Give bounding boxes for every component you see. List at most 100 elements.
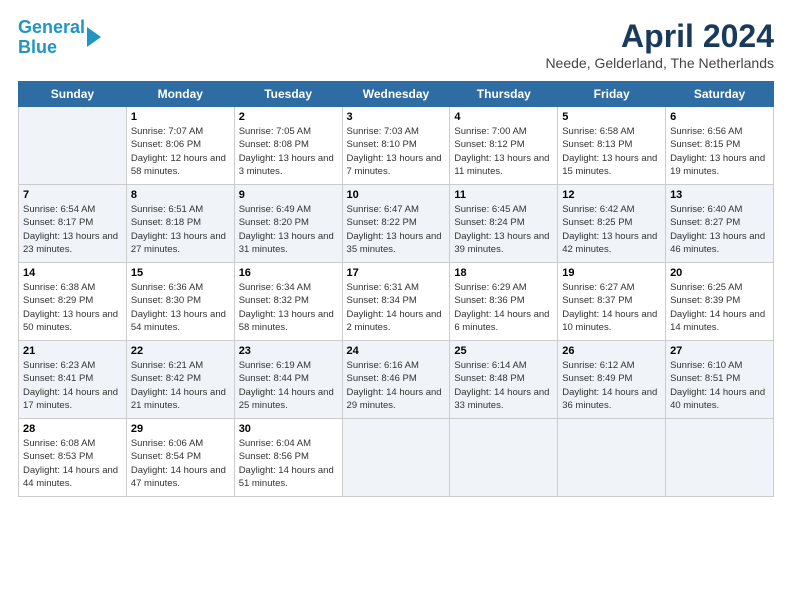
calendar-cell: 3 Sunrise: 7:03 AMSunset: 8:10 PMDaylight… <box>342 107 450 185</box>
cell-info: Sunrise: 7:03 AMSunset: 8:10 PMDaylight:… <box>347 125 446 178</box>
cell-info: Sunrise: 6:36 AMSunset: 8:30 PMDaylight:… <box>131 281 230 334</box>
cell-info: Sunrise: 6:31 AMSunset: 8:34 PMDaylight:… <box>347 281 446 334</box>
day-number: 22 <box>131 345 230 357</box>
calendar-cell: 25Sunrise: 6:14 AMSunset: 8:48 PMDayligh… <box>450 341 558 419</box>
location: Neede, Gelderland, The Netherlands <box>545 55 774 71</box>
calendar-table: SundayMondayTuesdayWednesdayThursdayFrid… <box>18 81 774 497</box>
cell-info: Sunrise: 6:54 AMSunset: 8:17 PMDaylight:… <box>23 203 122 256</box>
calendar-cell: 6 Sunrise: 6:56 AMSunset: 8:15 PMDaylight… <box>666 107 774 185</box>
day-number: 30 <box>239 423 338 435</box>
day-number: 29 <box>131 423 230 435</box>
day-number: 12 <box>562 189 661 201</box>
day-header-monday: Monday <box>126 82 234 107</box>
day-header-thursday: Thursday <box>450 82 558 107</box>
cell-info: Sunrise: 6:34 AMSunset: 8:32 PMDaylight:… <box>239 281 338 334</box>
cell-info: Sunrise: 6:45 AMSunset: 8:24 PMDaylight:… <box>454 203 553 256</box>
cell-info: Sunrise: 6:16 AMSunset: 8:46 PMDaylight:… <box>347 359 446 412</box>
month-title: April 2024 <box>545 18 774 55</box>
day-number: 2 <box>239 111 338 123</box>
calendar-cell: 8 Sunrise: 6:51 AMSunset: 8:18 PMDaylight… <box>126 185 234 263</box>
cell-info: Sunrise: 6:51 AMSunset: 8:18 PMDaylight:… <box>131 203 230 256</box>
calendar-cell: 1 Sunrise: 7:07 AMSunset: 8:06 PMDaylight… <box>126 107 234 185</box>
day-number: 9 <box>239 189 338 201</box>
day-header-saturday: Saturday <box>666 82 774 107</box>
calendar-cell <box>666 419 774 497</box>
day-number: 4 <box>454 111 553 123</box>
calendar-cell: 30 Sunrise: 6:04 AMSunset: 8:56 PMDayligh… <box>234 419 342 497</box>
calendar-week-2: 7 Sunrise: 6:54 AMSunset: 8:17 PMDaylight… <box>19 185 774 263</box>
cell-info: Sunrise: 7:05 AMSunset: 8:08 PMDaylight:… <box>239 125 338 178</box>
calendar-cell: 9 Sunrise: 6:49 AMSunset: 8:20 PMDaylight… <box>234 185 342 263</box>
day-number: 11 <box>454 189 553 201</box>
day-number: 27 <box>670 345 769 357</box>
cell-info: Sunrise: 6:49 AMSunset: 8:20 PMDaylight:… <box>239 203 338 256</box>
cell-info: Sunrise: 6:38 AMSunset: 8:29 PMDaylight:… <box>23 281 122 334</box>
calendar-cell: 5Sunrise: 6:58 AMSunset: 8:13 PMDaylight… <box>558 107 666 185</box>
logo: General Blue <box>18 18 101 58</box>
day-number: 15 <box>131 267 230 279</box>
cell-info: Sunrise: 7:07 AMSunset: 8:06 PMDaylight:… <box>131 125 230 178</box>
cell-info: Sunrise: 6:19 AMSunset: 8:44 PMDaylight:… <box>239 359 338 412</box>
cell-info: Sunrise: 6:21 AMSunset: 8:42 PMDaylight:… <box>131 359 230 412</box>
cell-info: Sunrise: 6:08 AMSunset: 8:53 PMDaylight:… <box>23 437 122 490</box>
day-number: 21 <box>23 345 122 357</box>
cell-info: Sunrise: 6:25 AMSunset: 8:39 PMDaylight:… <box>670 281 769 334</box>
calendar-cell: 4Sunrise: 7:00 AMSunset: 8:12 PMDaylight… <box>450 107 558 185</box>
calendar-week-3: 14Sunrise: 6:38 AMSunset: 8:29 PMDayligh… <box>19 263 774 341</box>
calendar-cell: 14Sunrise: 6:38 AMSunset: 8:29 PMDayligh… <box>19 263 127 341</box>
day-number: 10 <box>347 189 446 201</box>
day-number: 3 <box>347 111 446 123</box>
title-block: April 2024 Neede, Gelderland, The Nether… <box>545 18 774 71</box>
day-number: 17 <box>347 267 446 279</box>
day-number: 13 <box>670 189 769 201</box>
calendar-cell <box>558 419 666 497</box>
calendar-cell: 19Sunrise: 6:27 AMSunset: 8:37 PMDayligh… <box>558 263 666 341</box>
logo-arrow-icon <box>87 27 101 47</box>
day-number: 28 <box>23 423 122 435</box>
cell-info: Sunrise: 6:56 AMSunset: 8:15 PMDaylight:… <box>670 125 769 178</box>
day-header-friday: Friday <box>558 82 666 107</box>
cell-info: Sunrise: 6:23 AMSunset: 8:41 PMDaylight:… <box>23 359 122 412</box>
calendar-cell: 22 Sunrise: 6:21 AMSunset: 8:42 PMDayligh… <box>126 341 234 419</box>
calendar-cell: 27 Sunrise: 6:10 AMSunset: 8:51 PMDayligh… <box>666 341 774 419</box>
day-number: 20 <box>670 267 769 279</box>
cell-info: Sunrise: 6:14 AMSunset: 8:48 PMDaylight:… <box>454 359 553 412</box>
calendar-cell: 28 Sunrise: 6:08 AMSunset: 8:53 PMDayligh… <box>19 419 127 497</box>
day-number: 18 <box>454 267 553 279</box>
day-number: 5 <box>562 111 661 123</box>
calendar-cell <box>450 419 558 497</box>
day-number: 7 <box>23 189 122 201</box>
day-header-tuesday: Tuesday <box>234 82 342 107</box>
calendar-cell: 18Sunrise: 6:29 AMSunset: 8:36 PMDayligh… <box>450 263 558 341</box>
cell-info: Sunrise: 6:12 AMSunset: 8:49 PMDaylight:… <box>562 359 661 412</box>
day-number: 8 <box>131 189 230 201</box>
calendar-cell: 13 Sunrise: 6:40 AMSunset: 8:27 PMDayligh… <box>666 185 774 263</box>
calendar-cell: 20 Sunrise: 6:25 AMSunset: 8:39 PMDayligh… <box>666 263 774 341</box>
calendar-cell: 26 Sunrise: 6:12 AMSunset: 8:49 PMDayligh… <box>558 341 666 419</box>
calendar-cell: 24 Sunrise: 6:16 AMSunset: 8:46 PMDayligh… <box>342 341 450 419</box>
calendar-cell: 11 Sunrise: 6:45 AMSunset: 8:24 PMDayligh… <box>450 185 558 263</box>
day-number: 6 <box>670 111 769 123</box>
calendar-cell: 12Sunrise: 6:42 AMSunset: 8:25 PMDayligh… <box>558 185 666 263</box>
logo-blue: Blue <box>18 37 57 57</box>
logo-general: General <box>18 17 85 37</box>
day-number: 1 <box>131 111 230 123</box>
day-number: 24 <box>347 345 446 357</box>
day-header-wednesday: Wednesday <box>342 82 450 107</box>
calendar-cell <box>19 107 127 185</box>
cell-info: Sunrise: 6:06 AMSunset: 8:54 PMDaylight:… <box>131 437 230 490</box>
cell-info: Sunrise: 6:40 AMSunset: 8:27 PMDaylight:… <box>670 203 769 256</box>
calendar-cell: 17 Sunrise: 6:31 AMSunset: 8:34 PMDayligh… <box>342 263 450 341</box>
cell-info: Sunrise: 6:27 AMSunset: 8:37 PMDaylight:… <box>562 281 661 334</box>
day-header-sunday: Sunday <box>19 82 127 107</box>
calendar-cell: 29 Sunrise: 6:06 AMSunset: 8:54 PMDayligh… <box>126 419 234 497</box>
cell-info: Sunrise: 6:47 AMSunset: 8:22 PMDaylight:… <box>347 203 446 256</box>
calendar-cell: 21 Sunrise: 6:23 AMSunset: 8:41 PMDayligh… <box>19 341 127 419</box>
calendar-week-4: 21 Sunrise: 6:23 AMSunset: 8:41 PMDayligh… <box>19 341 774 419</box>
calendar-cell: 23Sunrise: 6:19 AMSunset: 8:44 PMDayligh… <box>234 341 342 419</box>
calendar-cell <box>342 419 450 497</box>
cell-info: Sunrise: 6:10 AMSunset: 8:51 PMDaylight:… <box>670 359 769 412</box>
cell-info: Sunrise: 6:04 AMSunset: 8:56 PMDaylight:… <box>239 437 338 490</box>
day-number: 26 <box>562 345 661 357</box>
header: General Blue April 2024 Neede, Gelderlan… <box>18 18 774 71</box>
